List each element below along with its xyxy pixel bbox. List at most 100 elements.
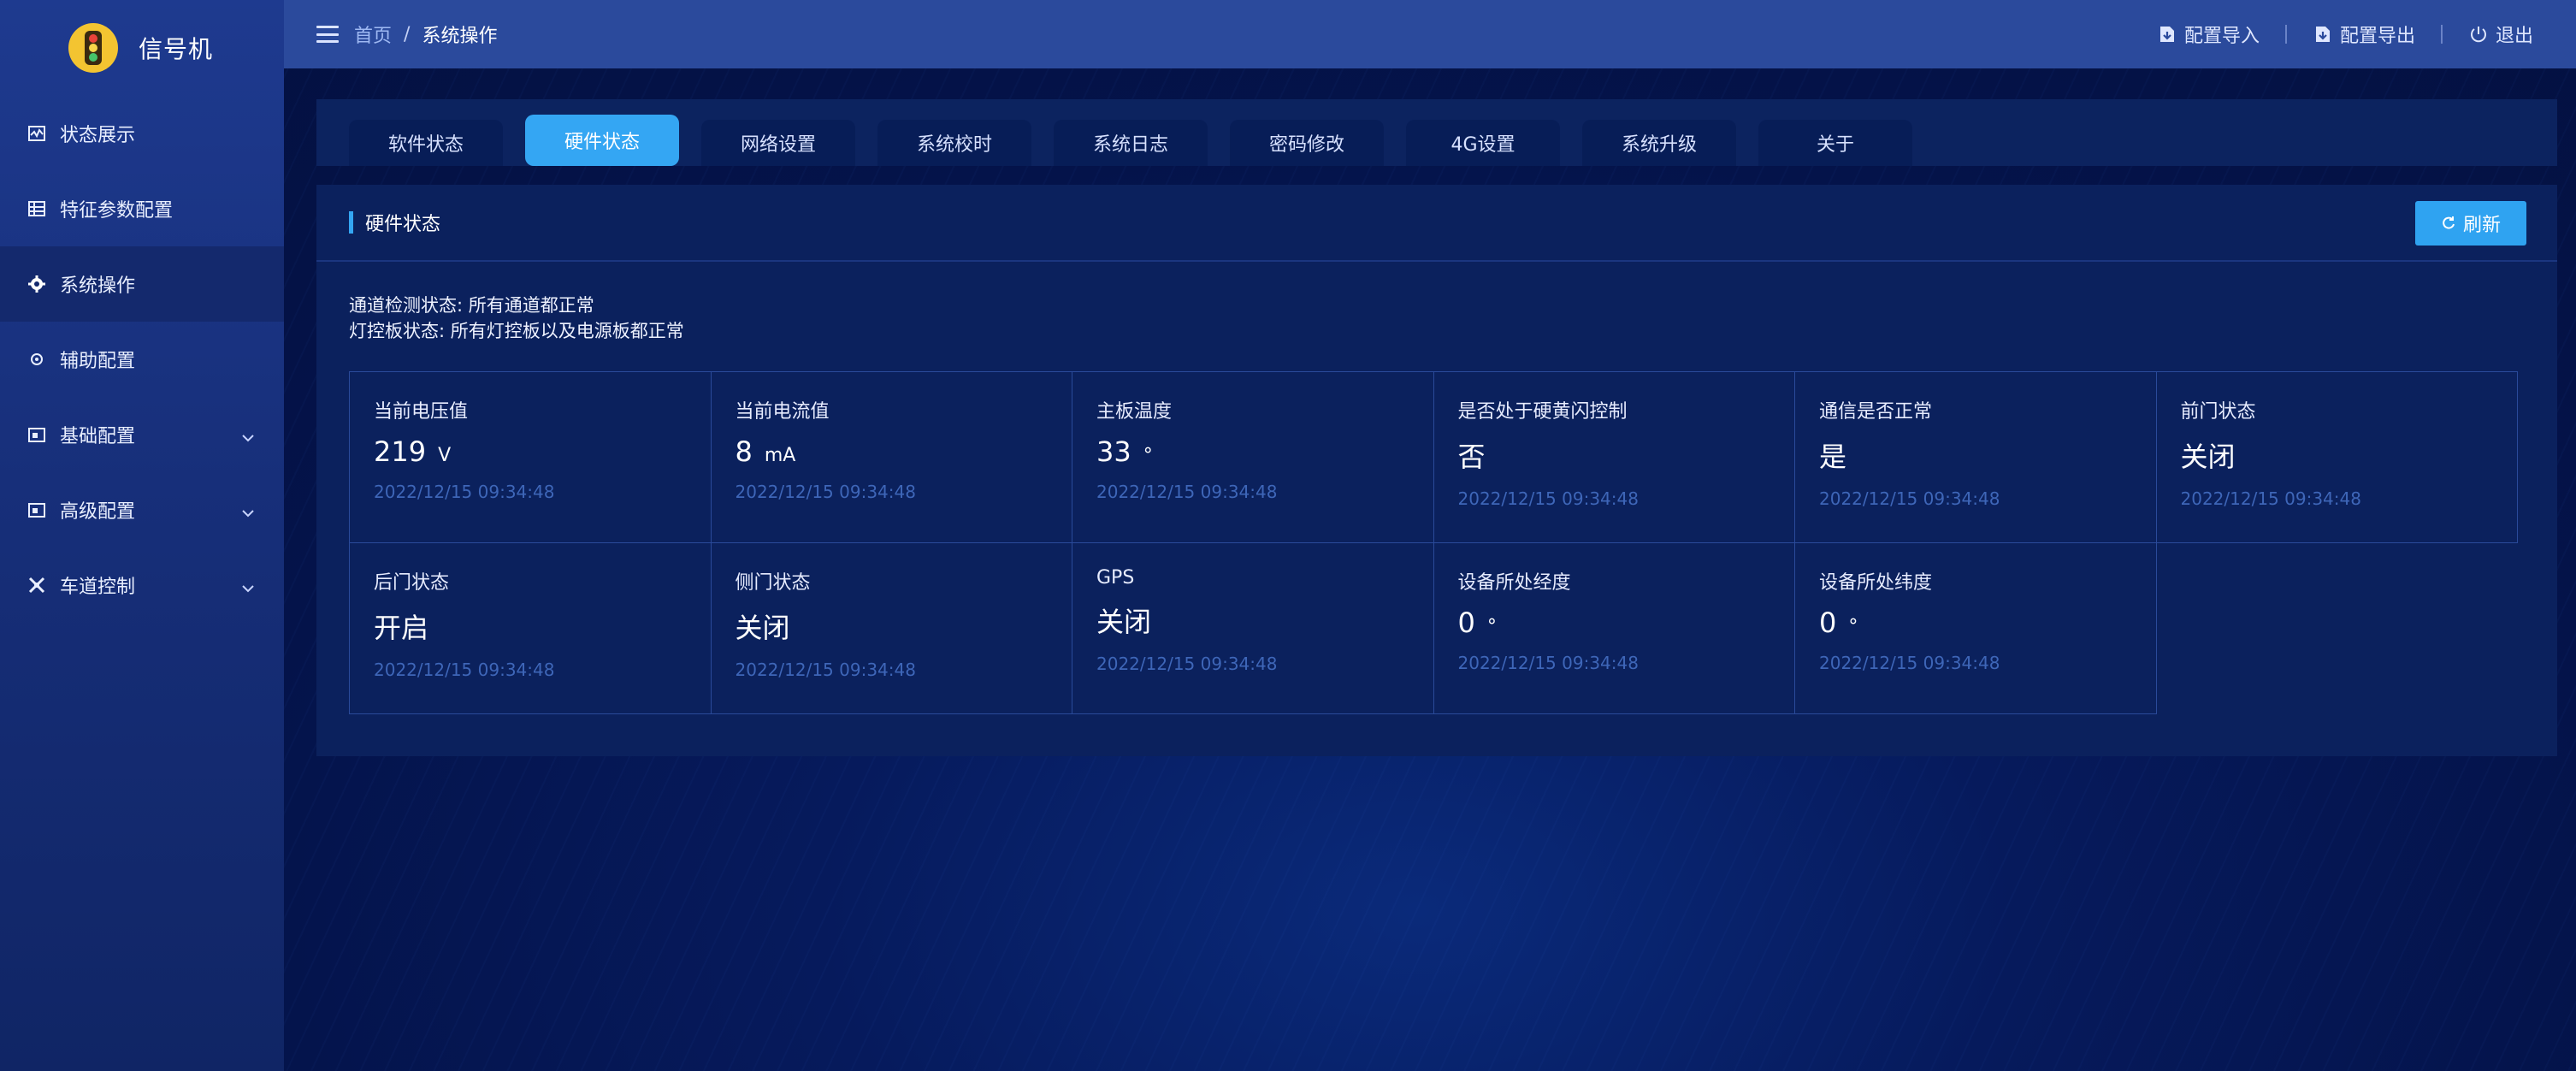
card-label: 当前电压值 <box>374 401 469 423</box>
card-label: GPS <box>1096 567 1135 589</box>
card-value-row: 开启 <box>374 607 711 646</box>
sidebar-item-advanced-config[interactable]: 高级配置 <box>0 472 284 547</box>
hardware-status-panel: 硬件状态 刷新 通道检测状态: 所有通道都正常 灯控板状态: 所有灯控板以及电源… <box>316 185 2557 756</box>
card-unit: ° <box>1848 616 1858 637</box>
grid-icon <box>26 198 48 220</box>
voltage-card: 当前电压值 219 V 2022/12/15 09:34:48 <box>350 372 712 543</box>
title-accent-bar <box>349 211 353 234</box>
card-label: 通信是否正常 <box>1819 401 1933 423</box>
config-export-button[interactable]: 配置导出 <box>2287 21 2441 48</box>
card-value: 否 <box>1457 441 1486 473</box>
sidebar-item-label: 辅助配置 <box>60 351 136 372</box>
main-content: 软件状态 硬件状态 网络设置 系统校时 系统日志 密码修改 4G设置 系统升级 … <box>316 99 2557 758</box>
panel-title: 硬件状态 <box>365 214 441 235</box>
card-unit: mA <box>764 445 796 466</box>
card-value-row: 关闭 <box>736 607 1072 646</box>
card-label: 是否处于硬黄闪控制 <box>1457 401 1628 423</box>
back-door-card: 后门状态 开启 2022/12/15 09:34:48 <box>350 543 712 714</box>
card-value-row: 关闭 <box>1096 601 1433 640</box>
sidebar-item-basic-config[interactable]: 基础配置 <box>0 397 284 472</box>
card-timestamp: 2022/12/15 09:34:48 <box>1819 488 2000 509</box>
refresh-button[interactable]: 刷新 <box>2415 201 2526 246</box>
gear-icon <box>26 273 48 295</box>
card-unit: V <box>438 445 452 466</box>
card-label: 设备所处经度 <box>1457 572 1571 594</box>
card-value-row: 33 ° <box>1096 435 1433 468</box>
card-label: 主板温度 <box>1096 401 1173 423</box>
card-timestamp: 2022/12/15 09:34:48 <box>735 660 916 680</box>
card-value: 关闭 <box>2180 441 2236 473</box>
card-value-row: 是 <box>1819 435 2156 475</box>
card-timestamp: 2022/12/15 09:34:48 <box>374 482 555 502</box>
card-label: 设备所处纬度 <box>1819 572 1933 594</box>
tab-4g-settings[interactable]: 4G设置 <box>1406 120 1560 166</box>
panel-header: 硬件状态 刷新 <box>316 185 2557 262</box>
top-header: 首页 / 系统操作 配置导入 配置导出 退出 <box>284 0 2576 68</box>
breadcrumb-current: 系统操作 <box>422 26 498 47</box>
logout-label: 退出 <box>2495 26 2533 47</box>
sidebar-item-system-ops[interactable]: 系统操作 <box>0 246 284 322</box>
sidebar-item-label: 基础配置 <box>60 426 136 447</box>
chevron-down-icon <box>241 426 255 447</box>
latitude-card: 设备所处纬度 0 ° 2022/12/15 09:34:48 <box>1795 543 2157 714</box>
breadcrumb-home-link[interactable]: 首页 <box>354 21 392 48</box>
longitude-card: 设备所处经度 0 ° 2022/12/15 09:34:48 <box>1433 543 1795 714</box>
breadcrumb: 首页 / 系统操作 <box>354 21 497 48</box>
tab-system-upgrade[interactable]: 系统升级 <box>1582 120 1736 166</box>
card-timestamp: 2022/12/15 09:34:48 <box>1096 654 1278 674</box>
chevron-down-icon <box>241 577 255 598</box>
side-door-card: 侧门状态 关闭 2022/12/15 09:34:48 <box>711 543 1072 714</box>
tab-software-status[interactable]: 软件状态 <box>349 120 503 166</box>
panel-icon <box>26 423 48 446</box>
current-card: 当前电流值 8 mA 2022/12/15 09:34:48 <box>711 372 1072 543</box>
card-timestamp: 2022/12/15 09:34:48 <box>1457 653 1639 673</box>
card-timestamp: 2022/12/15 09:34:48 <box>2180 488 2361 509</box>
lane-icon <box>26 574 48 596</box>
board-temperature-card: 主板温度 33 ° 2022/12/15 09:34:48 <box>1072 372 1434 543</box>
brand-title: 信号机 <box>139 35 214 63</box>
sidebar-item-status-display[interactable]: 状态展示 <box>0 96 284 171</box>
panel-icon <box>26 499 48 521</box>
card-value-row: 219 V <box>374 435 711 468</box>
card-value: 219 <box>374 435 427 468</box>
card-label: 当前电流值 <box>735 401 830 423</box>
gps-card: GPS 关闭 2022/12/15 09:34:48 <box>1072 543 1434 714</box>
brand: 信号机 <box>0 0 284 96</box>
sidebar-item-label: 状态展示 <box>60 125 136 146</box>
sidebar: 信号机 状态展示 特征参数配置 系统操作 辅助配置 基础配置 高级配置 车道控制 <box>0 0 284 1071</box>
power-icon <box>2470 27 2486 43</box>
tab-bar: 软件状态 硬件状态 网络设置 系统校时 系统日志 密码修改 4G设置 系统升级 … <box>316 99 2557 166</box>
communication-card: 通信是否正常 是 2022/12/15 09:34:48 <box>1795 372 2157 543</box>
config-export-label: 配置导出 <box>2339 26 2415 47</box>
menu-toggle-icon[interactable] <box>316 26 339 43</box>
tab-network-settings[interactable]: 网络设置 <box>701 120 855 166</box>
sidebar-item-aux-config[interactable]: 辅助配置 <box>0 322 284 397</box>
refresh-label: 刷新 <box>2462 215 2501 236</box>
card-value: 8 <box>735 435 753 468</box>
card-value-row: 8 mA <box>736 435 1072 468</box>
hard-yellow-flash-card: 是否处于硬黄闪控制 否 2022/12/15 09:34:48 <box>1433 372 1795 543</box>
logout-button[interactable]: 退出 <box>2443 21 2559 48</box>
refresh-icon <box>2443 216 2455 229</box>
channel-status-text: 通道检测状态: 所有通道都正常 <box>349 295 594 316</box>
tab-hardware-status[interactable]: 硬件状态 <box>525 115 679 166</box>
card-value: 开启 <box>374 612 429 644</box>
export-icon <box>2315 27 2330 42</box>
header-actions: 配置导入 配置导出 退出 <box>2131 0 2559 68</box>
import-icon <box>2159 27 2174 42</box>
card-timestamp: 2022/12/15 09:34:48 <box>735 482 916 502</box>
card-timestamp: 2022/12/15 09:34:48 <box>1457 488 1639 509</box>
status-summary: 通道检测状态: 所有通道都正常 灯控板状态: 所有灯控板以及电源板都正常 <box>316 262 2557 344</box>
tab-system-log[interactable]: 系统日志 <box>1054 120 1208 166</box>
sidebar-item-lane-control[interactable]: 车道控制 <box>0 547 284 623</box>
hardware-card-grid: 当前电压值 219 V 2022/12/15 09:34:48 当前电流值 8 mA… <box>349 371 2518 714</box>
sidebar-item-feature-params[interactable]: 特征参数配置 <box>0 171 284 246</box>
sidebar-item-label: 特征参数配置 <box>60 200 174 222</box>
card-value: 关闭 <box>735 612 790 644</box>
tab-password-change[interactable]: 密码修改 <box>1230 120 1384 166</box>
card-label: 前门状态 <box>2180 401 2256 423</box>
tab-time-sync[interactable]: 系统校时 <box>877 120 1031 166</box>
sidebar-menu: 状态展示 特征参数配置 系统操作 辅助配置 基础配置 高级配置 车道控制 <box>0 96 284 623</box>
config-import-button[interactable]: 配置导入 <box>2131 21 2285 48</box>
tab-about[interactable]: 关于 <box>1758 120 1912 166</box>
